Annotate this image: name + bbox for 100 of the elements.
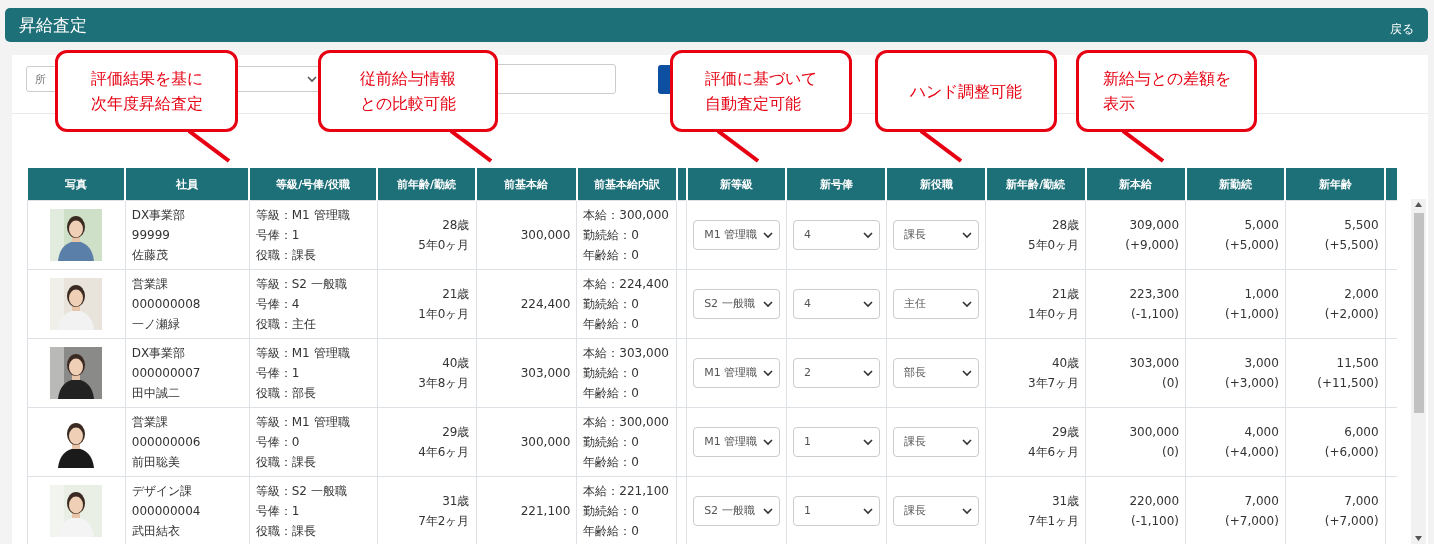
age-tenure: 5年0ヶ月	[1027, 237, 1080, 254]
amount: 300,000	[519, 434, 571, 451]
salary-breakdown: 勤続給：0	[583, 503, 640, 520]
age-tenure: 7年1ヶ月	[1027, 513, 1080, 530]
select-field[interactable]: 4	[792, 220, 880, 250]
column-header: 新等級	[686, 168, 787, 201]
select-field[interactable]: S2 一般職	[693, 289, 780, 319]
select-field[interactable]: M1 管理職	[693, 358, 780, 388]
amount: 3,000	[1243, 355, 1279, 372]
employee-info: デザイン課	[131, 483, 193, 500]
scroll-down-icon[interactable]	[1415, 536, 1422, 541]
select-field[interactable]: 課長	[892, 220, 980, 250]
salary-breakdown: 本給：224,400	[583, 276, 670, 293]
employee-info: 000000004	[131, 503, 202, 520]
select-field[interactable]: 4	[792, 289, 880, 319]
position-info: 号俸：1	[255, 503, 301, 520]
age-tenure: 1年0ヶ月	[1027, 306, 1080, 323]
column-header: 等級/号俸/役職	[249, 168, 378, 201]
column-header: 新役職	[886, 168, 986, 201]
age-tenure: 29歳	[1051, 424, 1080, 441]
amount: 7,000	[1343, 493, 1379, 510]
caret-icon	[762, 369, 773, 377]
amount: (+7,000)	[1224, 513, 1279, 530]
age-tenure: 5年0ヶ月	[417, 237, 470, 254]
select-field[interactable]: M1 管理職	[693, 220, 780, 250]
scrollbar[interactable]	[1411, 199, 1426, 544]
age-tenure: 21歳	[441, 286, 470, 303]
amount: (+5,500)	[1323, 237, 1379, 254]
callout-text: ハンド調整可能	[910, 80, 1022, 103]
position-info: 役職：課長	[255, 454, 317, 471]
amount: 5,500	[1343, 217, 1379, 234]
caret-icon	[862, 369, 873, 377]
select-field[interactable]: 課長	[892, 427, 980, 457]
age-tenure: 31歳	[1051, 493, 1080, 510]
back-link[interactable]: 戻る	[1390, 12, 1414, 38]
position-info: 号俸：4	[255, 296, 301, 313]
column-header: 前基本給	[476, 168, 577, 201]
callout-text: 次年度昇給査定	[90, 93, 203, 115]
amount: 2,000	[1343, 286, 1379, 303]
caret-icon	[962, 507, 973, 515]
amount: (+11,500)	[1316, 375, 1379, 392]
caret-icon	[862, 507, 873, 515]
select-field[interactable]: 2	[792, 358, 880, 388]
salary-breakdown: 勤続給：0	[583, 296, 640, 313]
salary-breakdown: 本給：221,100	[583, 483, 670, 500]
amount: 300,000	[519, 227, 571, 244]
select-field[interactable]: M1 管理職	[693, 427, 780, 457]
amount: (+7,000)	[1323, 513, 1379, 530]
amount: 303,000	[1128, 355, 1180, 372]
position-info: 号俸：1	[255, 365, 301, 382]
select-field[interactable]: 1	[792, 496, 880, 526]
employee-info: DX事業部	[131, 207, 187, 224]
scroll-up-icon[interactable]	[1415, 202, 1422, 207]
employee-info: DX事業部	[131, 345, 187, 362]
amount: 221,100	[519, 503, 571, 520]
age-tenure: 28歳	[1051, 217, 1080, 234]
age-tenure: 40歳	[1051, 355, 1080, 372]
select-field[interactable]: 課長	[892, 496, 980, 526]
amount: (-1,100)	[1130, 306, 1180, 323]
callout-text: 評価に基づいて	[705, 68, 817, 90]
select-field[interactable]: S2 一般職	[693, 496, 780, 526]
employee-info: 田中誠二	[131, 385, 181, 402]
amount: (+6,000)	[1323, 444, 1379, 461]
age-tenure: 1年0ヶ月	[417, 306, 470, 323]
amount: 224,400	[519, 296, 571, 313]
age-tenure: 3年8ヶ月	[417, 375, 470, 392]
age-tenure: 40歳	[441, 355, 470, 372]
caret-icon	[862, 231, 873, 239]
amount: 223,300	[1128, 286, 1180, 303]
employee-info: 一ノ瀬緑	[131, 316, 181, 333]
select-field[interactable]: 1	[792, 427, 880, 457]
select-field[interactable]: 部長	[892, 358, 980, 388]
salary-breakdown: 年齢給：0	[583, 247, 640, 264]
caret-icon	[862, 438, 873, 446]
callout-text: との比較可能	[360, 93, 456, 115]
amount: 11,500	[1335, 355, 1379, 372]
employee-info: 99999	[131, 227, 171, 244]
amount: 7,000	[1243, 493, 1279, 510]
employee-info: 営業課	[131, 276, 169, 293]
column-header: 新本給	[1085, 168, 1186, 201]
position-info: 等級：M1 管理職	[255, 207, 351, 224]
amount: (+2,000)	[1323, 306, 1379, 323]
amount: (0)	[1161, 375, 1180, 392]
column-header: 新号俸	[786, 168, 887, 201]
position-info: 等級：M1 管理職	[255, 414, 351, 431]
column-header: 新勤続	[1185, 168, 1286, 201]
column-header: 前年齢/勤続	[377, 168, 476, 201]
caret-icon	[962, 369, 973, 377]
salary-breakdown: 年齢給：0	[583, 454, 640, 471]
position-info: 役職：部長	[255, 385, 317, 402]
employee-info: 営業課	[131, 414, 169, 431]
age-tenure: 7年2ヶ月	[417, 513, 470, 530]
amount: 6,000	[1343, 424, 1379, 441]
column-header: 新年齢/勤続	[986, 168, 1086, 201]
select-field[interactable]: 主任	[892, 289, 980, 319]
age-tenure: 31歳	[441, 493, 470, 510]
position-info: 号俸：1	[255, 227, 301, 244]
age-tenure: 21歳	[1051, 286, 1080, 303]
amount: 5,000	[1243, 217, 1279, 234]
amount: 220,000	[1128, 493, 1180, 510]
